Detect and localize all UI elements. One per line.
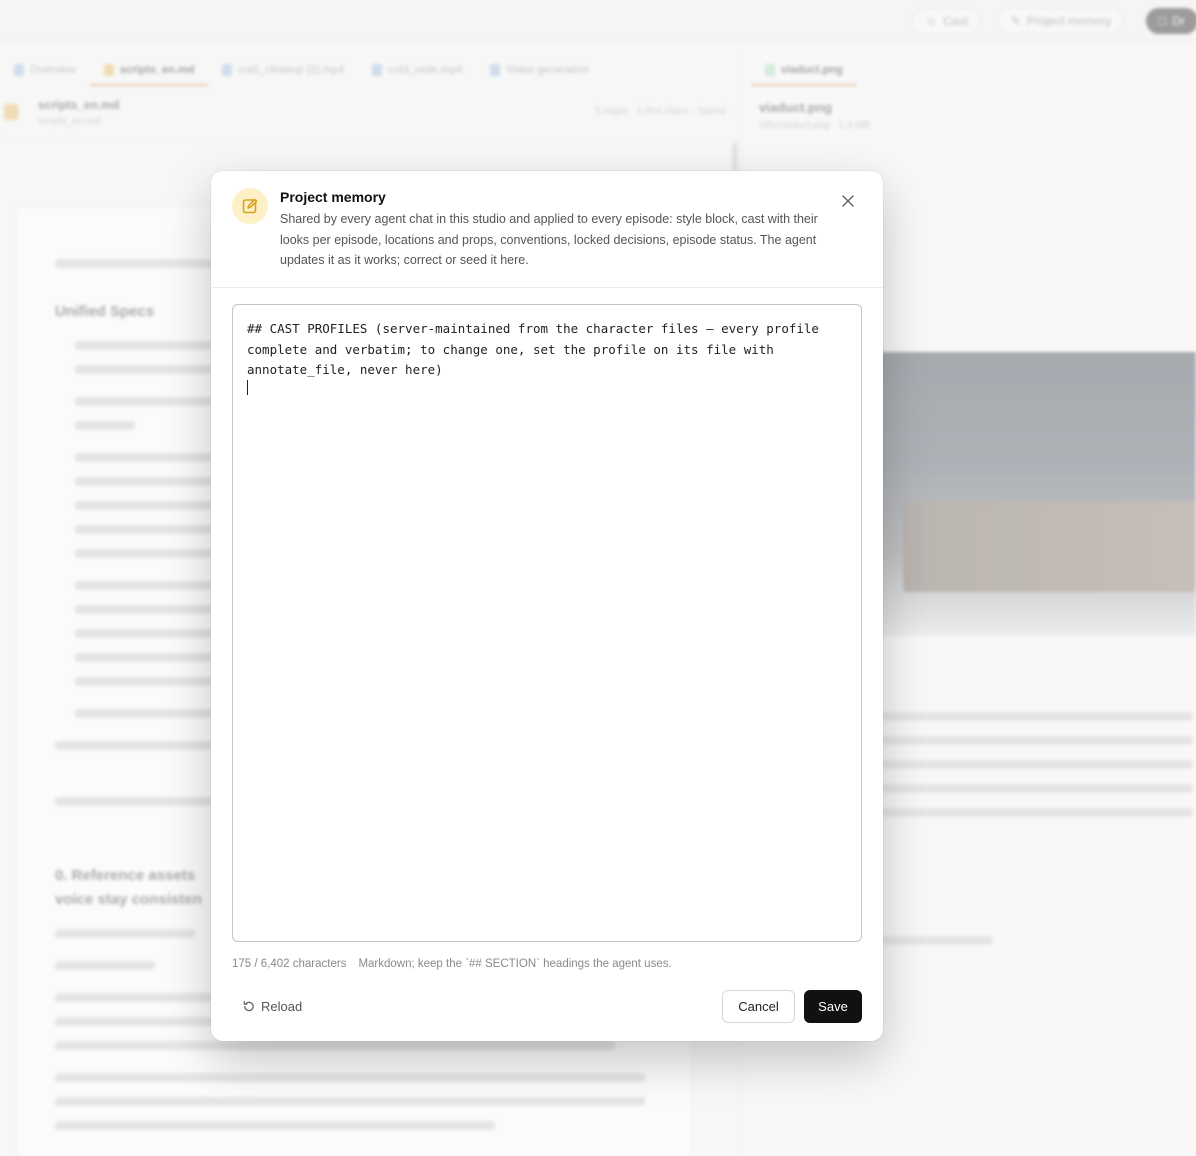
close-icon	[842, 195, 854, 207]
dialog-header: Project memory Shared by every agent cha…	[211, 171, 883, 288]
dialog-description: Shared by every agent chat in this studi…	[280, 212, 818, 267]
reload-label: Reload	[261, 998, 303, 1014]
close-button[interactable]	[838, 191, 858, 211]
dialog-title: Project memory	[280, 189, 386, 205]
character-count: 175 / 6,402 characters	[232, 958, 347, 970]
save-button[interactable]: Save	[804, 990, 862, 1023]
memory-badge	[232, 188, 268, 224]
markdown-hint: Markdown; keep the `## SECTION` headings…	[358, 958, 672, 970]
reload-button[interactable]: Reload	[234, 993, 310, 1019]
project-memory-dialog: Project memory Shared by every agent cha…	[211, 171, 883, 1041]
editor-footer: 175 / 6,402 characters Markdown; keep the…	[232, 958, 672, 970]
cancel-button[interactable]: Cancel	[722, 990, 795, 1023]
text-caret	[247, 380, 248, 395]
edit-note-icon	[242, 198, 258, 214]
memory-editor[interactable]: ## CAST PROFILES (server-maintained from…	[232, 304, 862, 942]
reload-icon	[243, 1000, 254, 1011]
